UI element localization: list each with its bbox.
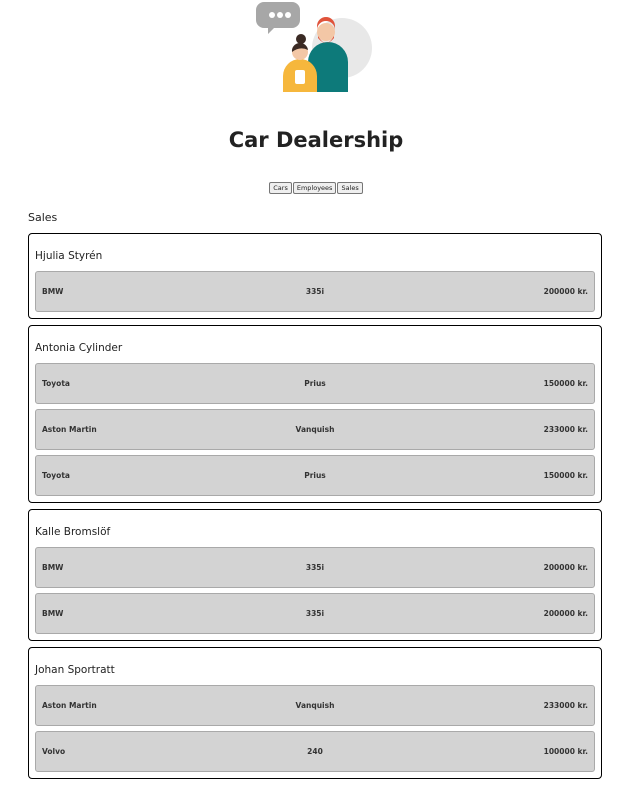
sales-list: Hjulia Styrén BMW 335i 200000 kr. Antoni…	[28, 233, 602, 785]
hero-illustration	[256, 0, 376, 96]
car-make: Volvo	[42, 747, 66, 756]
car-price: 200000 kr.	[543, 563, 588, 572]
car-row: Toyota Prius 150000 kr.	[35, 363, 595, 404]
car-row: BMW 335i 200000 kr.	[35, 593, 595, 634]
car-price: 233000 kr.	[543, 701, 588, 710]
people-chat-icon	[256, 2, 372, 92]
car-make: BMW	[42, 609, 64, 618]
employee-name: Johan Sportratt	[35, 664, 115, 676]
car-price: 100000 kr.	[543, 747, 588, 756]
car-row: Aston Martin Vanquish 233000 kr.	[35, 685, 595, 726]
car-model: Prius	[304, 379, 326, 388]
employees-button[interactable]: Employees	[292, 182, 337, 194]
car-model: 335i	[305, 287, 325, 296]
sales-button[interactable]: Sales	[337, 182, 363, 194]
car-row: BMW 335i 200000 kr.	[35, 271, 595, 312]
section-heading: Sales	[28, 211, 58, 224]
car-model: Vanquish	[295, 701, 335, 710]
car-model: Prius	[304, 471, 326, 480]
employee-name: Antonia Cylinder	[35, 342, 123, 354]
car-price: 200000 kr.	[543, 609, 588, 618]
employee-name: Kalle Bromslöf	[35, 526, 111, 538]
car-row: Toyota Prius 150000 kr.	[35, 455, 595, 496]
main-nav: Cars Employees Sales	[0, 182, 632, 194]
car-model: 240	[307, 747, 323, 756]
car-make: Toyota	[42, 471, 70, 480]
sale-card: Hjulia Styrén BMW 335i 200000 kr.	[28, 233, 602, 319]
car-price: 233000 kr.	[543, 425, 588, 434]
car-make: BMW	[42, 287, 64, 296]
cars-button[interactable]: Cars	[269, 182, 292, 194]
car-price: 150000 kr.	[543, 471, 588, 480]
employee-name: Hjulia Styrén	[35, 250, 103, 262]
car-row: BMW 335i 200000 kr.	[35, 547, 595, 588]
car-make: Aston Martin	[42, 425, 97, 434]
car-row: Volvo 240 100000 kr.	[35, 731, 595, 772]
car-model: Vanquish	[295, 425, 335, 434]
car-make: Aston Martin	[42, 701, 97, 710]
sale-card: Kalle Bromslöf BMW 335i 200000 kr. BMW 3…	[28, 509, 602, 641]
car-make: Toyota	[42, 379, 70, 388]
sale-card: Johan Sportratt Aston Martin Vanquish 23…	[28, 647, 602, 779]
car-model: 335i	[305, 563, 325, 572]
car-model: 335i	[305, 609, 325, 618]
page-title: Car Dealership	[228, 128, 404, 152]
car-price: 150000 kr.	[543, 379, 588, 388]
car-make: BMW	[42, 563, 64, 572]
sale-card: Antonia Cylinder Toyota Prius 150000 kr.…	[28, 325, 602, 503]
car-price: 200000 kr.	[543, 287, 588, 296]
car-row: Aston Martin Vanquish 233000 kr.	[35, 409, 595, 450]
